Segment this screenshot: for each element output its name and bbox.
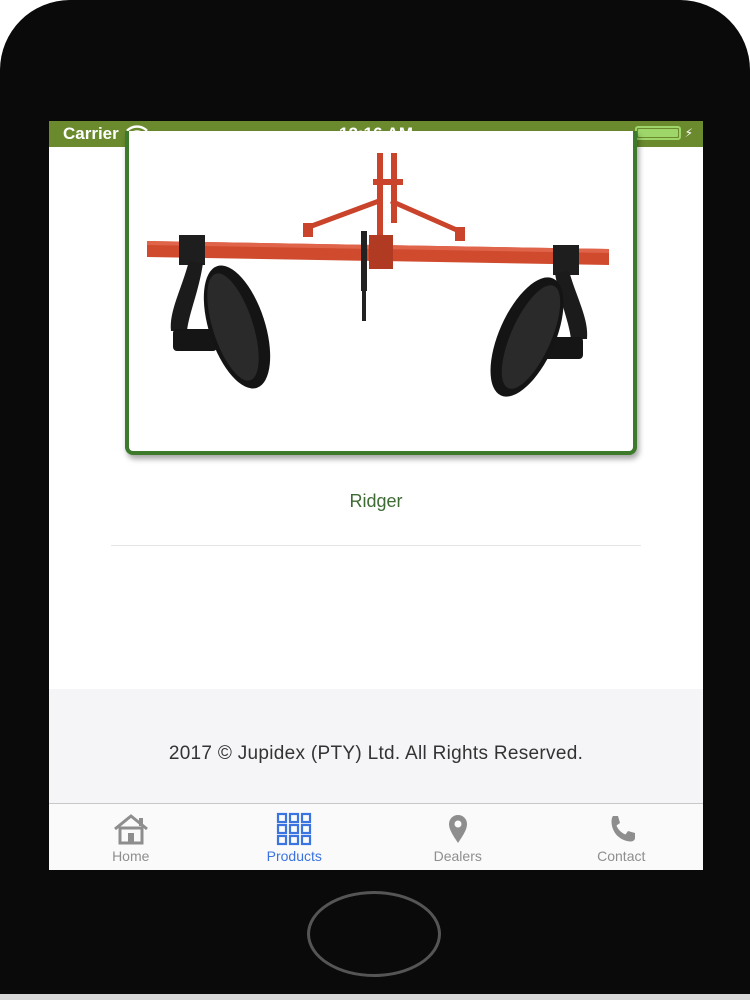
tab-label: Home (112, 848, 150, 864)
tab-bar: Home Products Dealers Contact (49, 803, 703, 870)
tab-products[interactable]: Products (213, 804, 377, 870)
bottom-edge (0, 994, 750, 1000)
divider (111, 545, 641, 546)
tab-dealers[interactable]: Dealers (376, 804, 540, 870)
product-title[interactable]: Ridger (49, 491, 703, 512)
tab-label: Dealers (433, 848, 482, 864)
app-screen: Carrier 12:16 AM ⚡ (49, 121, 703, 870)
tab-home[interactable]: Home (49, 804, 213, 870)
tab-contact[interactable]: Contact (540, 804, 704, 870)
map-pin-icon (448, 815, 467, 843)
hardware-home-button[interactable] (307, 891, 441, 977)
phone-frame: Carrier 12:16 AM ⚡ (0, 0, 750, 1000)
charging-bolt-icon: ⚡ (684, 126, 693, 140)
battery-outline (634, 126, 681, 140)
grid-icon (277, 812, 312, 846)
home-icon (113, 814, 148, 845)
product-image-card[interactable] (125, 131, 637, 455)
phone-icon (611, 816, 636, 842)
battery-level (637, 129, 678, 137)
ridger-implement-image (147, 153, 609, 397)
footer: 2017 © Jupidex (PTY) Ltd. All Rights Res… (49, 689, 703, 803)
tab-label: Contact (597, 848, 646, 864)
tab-label: Products (266, 848, 322, 864)
battery-icon: ⚡ (634, 126, 693, 140)
copyright-text: 2017 © Jupidex (PTY) Ltd. All Rights Res… (168, 743, 584, 764)
